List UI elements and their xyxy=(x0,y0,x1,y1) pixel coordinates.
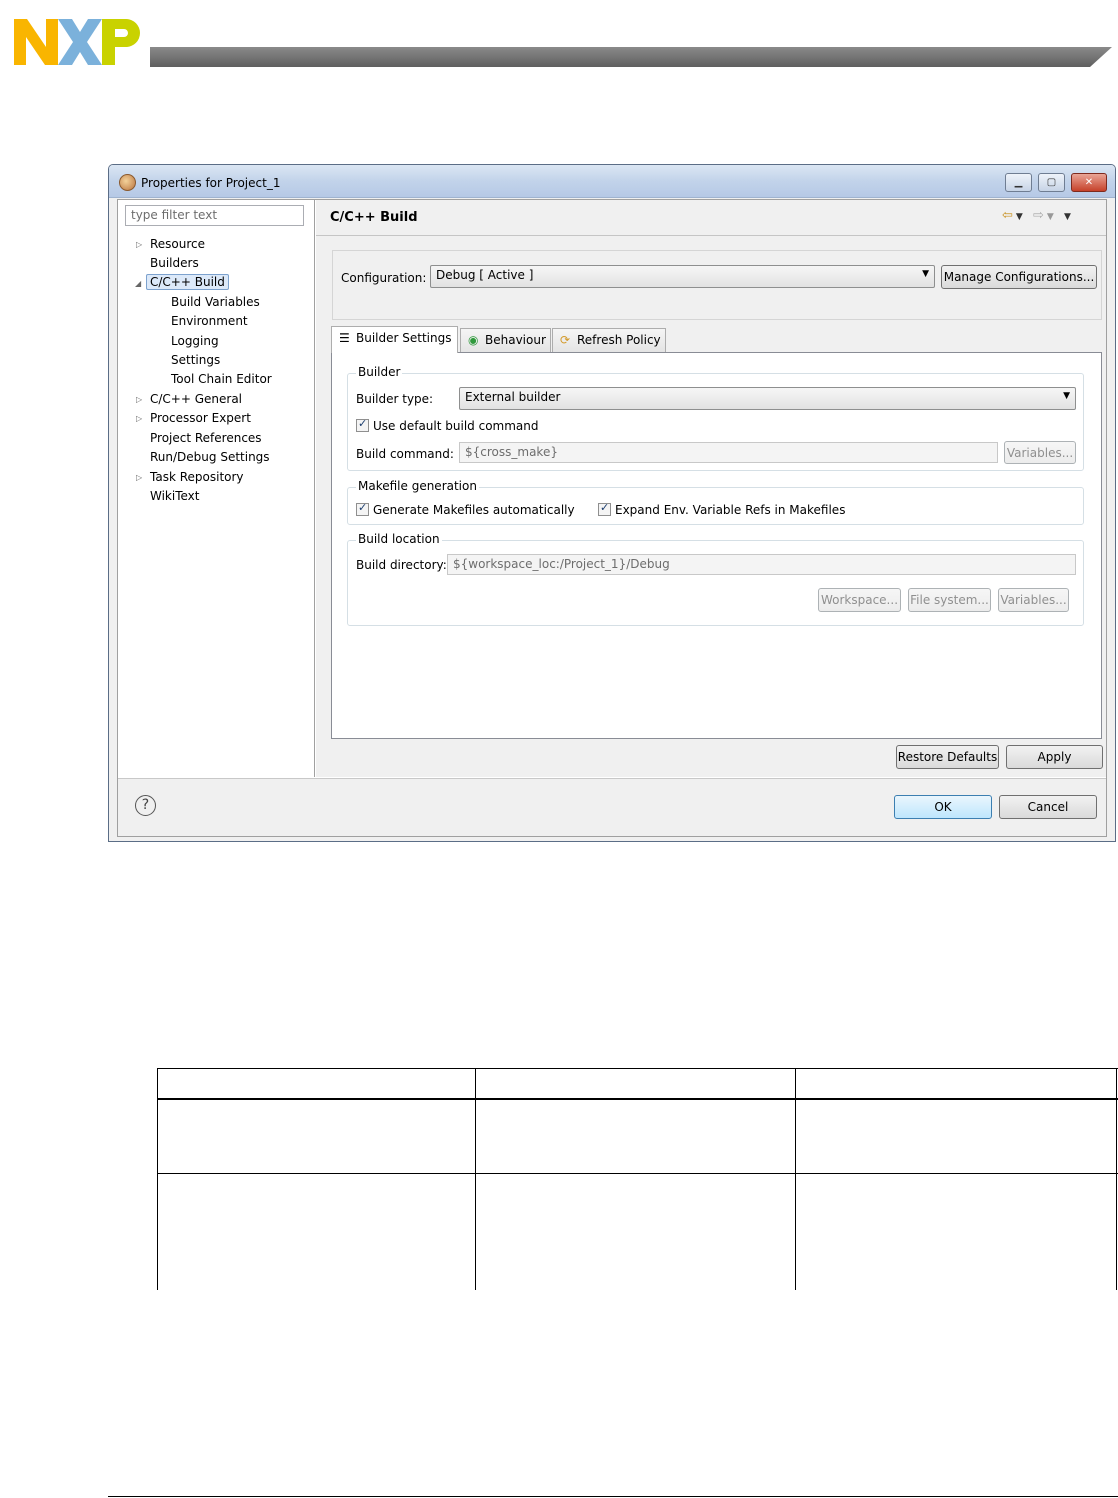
tree-item-logging[interactable]: Logging xyxy=(171,332,219,350)
builder-variables-button[interactable]: Variables... xyxy=(1004,441,1076,464)
tree-item-tool-chain-editor[interactable]: Tool Chain Editor xyxy=(171,370,272,388)
builder-group: Builder Builder type: External builder ▼… xyxy=(347,365,1084,471)
expand-env-variables-checkbox[interactable]: Expand Env. Variable Refs in Makefiles xyxy=(598,501,845,517)
build-location-group: Build location Build directory: ${worksp… xyxy=(347,532,1084,626)
restore-defaults-button[interactable]: Restore Defaults xyxy=(896,745,999,769)
dropdown-arrow-icon: ▼ xyxy=(1063,391,1070,401)
expand-arrow-icon[interactable]: ▷ xyxy=(136,473,142,482)
footer-rule xyxy=(108,1496,1118,1497)
checkbox-label: Expand Env. Variable Refs in Makefiles xyxy=(615,503,846,517)
builder-settings-panel: Builder Builder type: External builder ▼… xyxy=(331,352,1102,739)
view-menu-icon[interactable]: ▼ xyxy=(1064,212,1074,222)
file-system-button[interactable]: File system... xyxy=(908,588,991,612)
maximize-button[interactable]: ▢ xyxy=(1038,173,1065,192)
tab-builder-settings[interactable]: ☰ Builder Settings xyxy=(331,326,458,353)
minimize-button[interactable]: ▁ xyxy=(1005,173,1032,192)
use-default-command-checkbox[interactable]: Use default build command xyxy=(356,417,539,433)
manage-configurations-button[interactable]: Manage Configurations... xyxy=(941,265,1097,289)
property-page: C/C++ Build ⇦▼ ⇨▼ ▼ Configuration: Debug… xyxy=(316,200,1106,777)
forward-menu-icon[interactable]: ▼ xyxy=(1047,212,1057,222)
table-row-rule xyxy=(157,1173,1118,1174)
builder-type-label: Builder type: xyxy=(356,392,434,406)
configuration-select[interactable]: Debug [ Active ] ▼ xyxy=(430,265,935,288)
back-arrow-icon[interactable]: ⇦ xyxy=(1002,208,1016,223)
apply-button[interactable]: Apply xyxy=(1006,745,1103,769)
workspace-button[interactable]: Workspace... xyxy=(818,588,901,612)
tab-label: Builder Settings xyxy=(356,331,452,345)
back-menu-icon[interactable]: ▼ xyxy=(1016,212,1026,222)
group-label: Makefile generation xyxy=(356,479,479,493)
group-label: Builder xyxy=(356,365,403,379)
configuration-panel: Configuration: Debug [ Active ] ▼ Manage… xyxy=(332,250,1102,320)
tree-item-project-references[interactable]: Project References xyxy=(150,429,262,447)
refresh-icon: ⟳ xyxy=(560,333,571,347)
page-title: C/C++ Build xyxy=(330,210,418,225)
app-icon xyxy=(119,174,136,191)
history-nav: ⇦▼ ⇨▼ ▼ xyxy=(1002,208,1074,223)
tab-refresh-policy[interactable]: ⟳ Refresh Policy xyxy=(552,328,666,352)
configuration-value: Debug [ Active ] xyxy=(436,268,534,282)
ok-button[interactable]: OK xyxy=(894,795,992,819)
dialog-client: type filter text ▷ Resource Builders ◢ C… xyxy=(117,199,1107,837)
table-column-rule xyxy=(475,1068,476,1290)
cancel-button[interactable]: Cancel xyxy=(999,795,1097,819)
dropdown-arrow-icon: ▼ xyxy=(922,269,929,279)
location-variables-button[interactable]: Variables... xyxy=(998,588,1069,612)
build-directory-label: Build directory: xyxy=(356,558,447,572)
tree-item-cpp-general[interactable]: C/C++ General xyxy=(150,390,242,408)
divider xyxy=(316,235,1106,236)
expand-arrow-icon[interactable]: ▷ xyxy=(136,395,142,404)
empty-table xyxy=(157,1068,1118,1290)
makefile-group: Makefile generation Generate Makefiles a… xyxy=(347,479,1084,525)
tree-item-builders[interactable]: Builders xyxy=(150,254,199,272)
radio-icon: ◉ xyxy=(468,333,479,347)
properties-dialog: Properties for Project_1 ▁ ▢ ✕ type filt… xyxy=(108,164,1116,842)
builder-type-select[interactable]: External builder ▼ xyxy=(459,387,1076,410)
builder-type-value: External builder xyxy=(465,390,561,404)
checkbox-label: Generate Makefiles automatically xyxy=(373,503,575,517)
generate-makefiles-checkbox[interactable]: Generate Makefiles automatically xyxy=(356,501,575,517)
header-bar xyxy=(150,47,1112,67)
window-title: Properties for Project_1 xyxy=(141,176,281,190)
table-rule xyxy=(157,1068,1118,1069)
tree-item-label: C/C++ Build xyxy=(146,274,229,290)
tree-item-resource[interactable]: Resource xyxy=(150,235,205,253)
checkbox-label: Use default build command xyxy=(373,419,539,433)
table-header-rule xyxy=(157,1098,1118,1100)
dialog-button-bar: ? OK Cancel xyxy=(118,778,1106,836)
build-directory-field[interactable]: ${workspace_loc:/Project_1}/Debug xyxy=(447,554,1076,575)
expand-arrow-icon[interactable]: ▷ xyxy=(136,240,142,249)
property-tree: type filter text ▷ Resource Builders ◢ C… xyxy=(118,200,315,777)
tree-item-wikitext[interactable]: WikiText xyxy=(150,487,200,505)
checkbox-checked-icon xyxy=(356,417,369,432)
tree-item-settings[interactable]: Settings xyxy=(171,351,220,369)
collapse-arrow-icon[interactable]: ◢ xyxy=(135,279,141,288)
tab-label: Refresh Policy xyxy=(577,333,661,347)
expand-arrow-icon[interactable]: ▷ xyxy=(136,414,142,423)
tree-item-cpp-build[interactable]: C/C++ Build xyxy=(146,273,229,291)
table-column-rule xyxy=(795,1068,796,1290)
tree-item-processor-expert[interactable]: Processor Expert xyxy=(150,409,251,427)
forward-arrow-icon[interactable]: ⇨ xyxy=(1033,208,1047,223)
group-label: Build location xyxy=(356,532,442,546)
configuration-label: Configuration: xyxy=(341,271,427,285)
table-column-rule xyxy=(157,1068,158,1290)
nxp-logo xyxy=(14,19,140,65)
title-bar: Properties for Project_1 ▁ ▢ ✕ xyxy=(109,165,1115,198)
checkbox-checked-icon xyxy=(356,501,369,516)
list-icon: ☰ xyxy=(339,331,350,345)
build-command-field[interactable]: ${cross_make} xyxy=(459,442,998,463)
tree-item-build-variables[interactable]: Build Variables xyxy=(171,293,260,311)
table-column-rule xyxy=(1116,1068,1117,1290)
checkbox-checked-icon xyxy=(598,501,611,516)
filter-input[interactable]: type filter text xyxy=(125,205,304,226)
tab-behaviour[interactable]: ◉ Behaviour xyxy=(460,328,551,352)
tree-item-task-repository[interactable]: Task Repository xyxy=(150,468,244,486)
close-button[interactable]: ✕ xyxy=(1071,173,1107,192)
tree-item-environment[interactable]: Environment xyxy=(171,312,248,330)
tree-item-run-debug-settings[interactable]: Run/Debug Settings xyxy=(150,448,270,466)
tab-label: Behaviour xyxy=(485,333,546,347)
build-command-label: Build command: xyxy=(356,447,454,461)
help-icon[interactable]: ? xyxy=(135,795,156,816)
